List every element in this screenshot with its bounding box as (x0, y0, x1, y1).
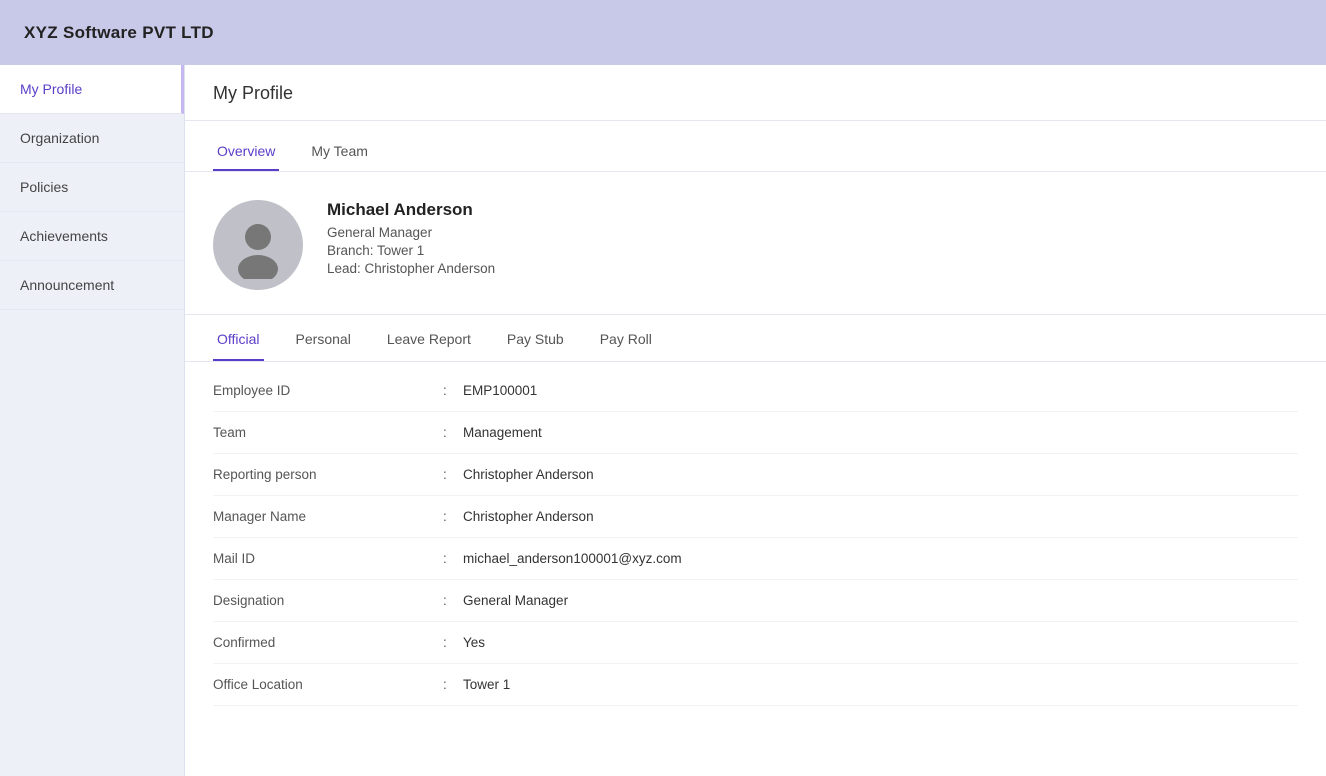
sub-tab-leave-report[interactable]: Leave Report (383, 319, 475, 361)
page-title: My Profile (213, 83, 293, 103)
field-value-2: Christopher Anderson (463, 467, 594, 482)
field-value-4: michael_anderson100001@xyz.com (463, 551, 682, 566)
field-colon-6: : (443, 635, 463, 650)
field-label-5: Designation (213, 593, 443, 608)
field-label-7: Office Location (213, 677, 443, 692)
field-value-7: Tower 1 (463, 677, 510, 692)
field-row-4: Mail ID:michael_anderson100001@xyz.com (213, 538, 1298, 580)
field-row-0: Employee ID:EMP100001 (213, 370, 1298, 412)
field-value-6: Yes (463, 635, 485, 650)
avatar (213, 200, 303, 290)
tab-overview[interactable]: Overview (213, 133, 279, 171)
sidebar-item-announcement[interactable]: Announcement (0, 261, 184, 310)
profile-lead: Lead: Christopher Anderson (327, 261, 495, 276)
field-colon-2: : (443, 467, 463, 482)
field-colon-4: : (443, 551, 463, 566)
page-header: My Profile (185, 65, 1326, 121)
profile-branch: Branch: Tower 1 (327, 243, 495, 258)
field-row-7: Office Location:Tower 1 (213, 664, 1298, 706)
avatar-icon (224, 211, 292, 279)
sub-tab-official[interactable]: Official (213, 319, 264, 361)
profile-name: Michael Anderson (327, 200, 495, 220)
sub-tab-pay-roll[interactable]: Pay Roll (596, 319, 656, 361)
sub-tab-pay-stub[interactable]: Pay Stub (503, 319, 568, 361)
sidebar-item-organization[interactable]: Organization (0, 114, 184, 163)
field-value-1: Management (463, 425, 542, 440)
field-value-3: Christopher Anderson (463, 509, 594, 524)
field-value-0: EMP100001 (463, 383, 537, 398)
sidebar: My ProfileOrganizationPoliciesAchievemen… (0, 65, 185, 776)
field-label-1: Team (213, 425, 443, 440)
field-colon-0: : (443, 383, 463, 398)
field-label-6: Confirmed (213, 635, 443, 650)
overview-tabs: Overview My Team (185, 133, 1326, 172)
sub-tab-personal[interactable]: Personal (292, 319, 355, 361)
app-header: XYZ Software PVT LTD (0, 0, 1326, 65)
app-title: XYZ Software PVT LTD (24, 23, 214, 43)
profile-info: Michael Anderson General Manager Branch:… (327, 200, 495, 279)
field-colon-7: : (443, 677, 463, 692)
field-row-3: Manager Name:Christopher Anderson (213, 496, 1298, 538)
field-value-5: General Manager (463, 593, 568, 608)
sidebar-item-policies[interactable]: Policies (0, 163, 184, 212)
sidebar-item-my-profile[interactable]: My Profile (0, 65, 184, 114)
field-colon-3: : (443, 509, 463, 524)
field-label-2: Reporting person (213, 467, 443, 482)
sidebar-item-achievements[interactable]: Achievements (0, 212, 184, 261)
app-body: My ProfileOrganizationPoliciesAchievemen… (0, 65, 1326, 776)
profile-role: General Manager (327, 225, 495, 240)
field-colon-5: : (443, 593, 463, 608)
field-colon-1: : (443, 425, 463, 440)
profile-section: Michael Anderson General Manager Branch:… (185, 172, 1326, 315)
field-label-4: Mail ID (213, 551, 443, 566)
field-label-0: Employee ID (213, 383, 443, 398)
tab-my-team[interactable]: My Team (307, 133, 372, 171)
fields-section: Employee ID:EMP100001Team:ManagementRepo… (185, 362, 1326, 726)
field-row-6: Confirmed:Yes (213, 622, 1298, 664)
field-row-5: Designation:General Manager (213, 580, 1298, 622)
sub-tabs: Official Personal Leave Report Pay Stub Pay … (185, 319, 1326, 362)
field-row-1: Team:Management (213, 412, 1298, 454)
field-label-3: Manager Name (213, 509, 443, 524)
field-row-2: Reporting person:Christopher Anderson (213, 454, 1298, 496)
main-content: My Profile Overview My Team Michael Ander… (185, 65, 1326, 776)
